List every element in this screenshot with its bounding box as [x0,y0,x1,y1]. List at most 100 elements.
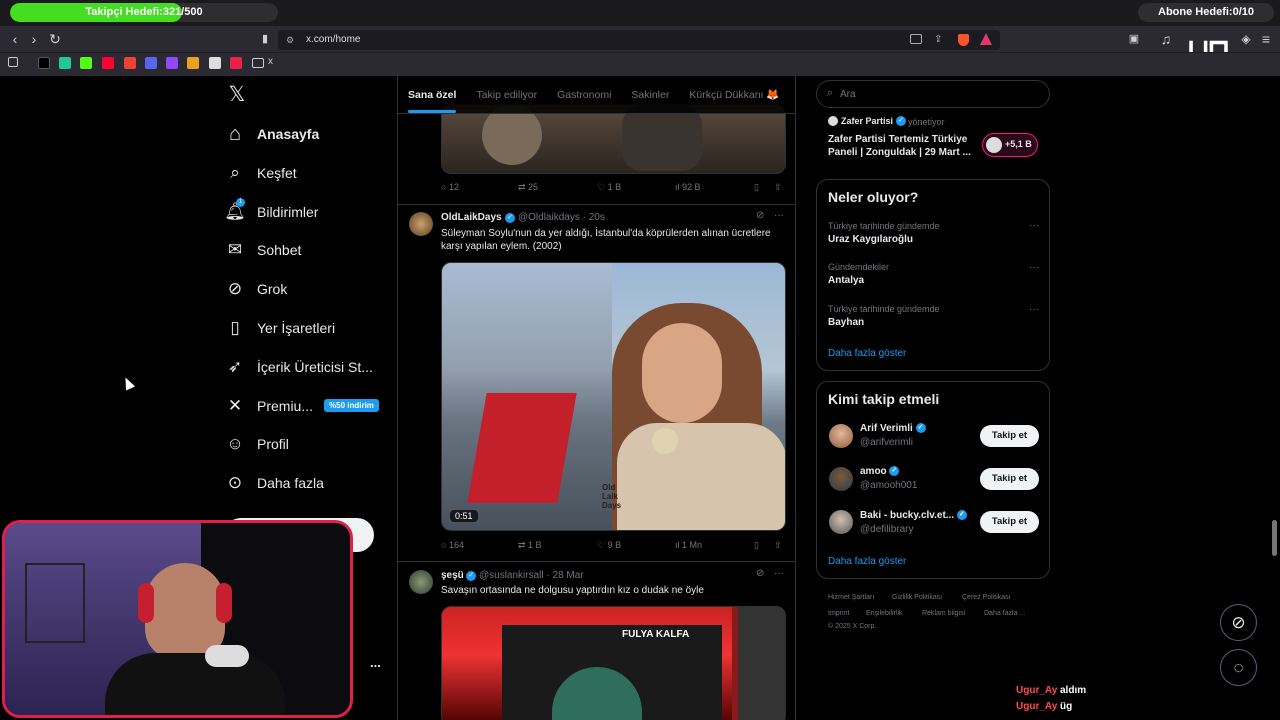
shield-icon[interactable]: ◈ [1236,26,1256,52]
repost-button[interactable]: ⇄ 1 B [518,540,542,551]
views-button[interactable]: ıl 92 B [675,182,701,192]
trend-name[interactable]: Bayhan [828,317,864,328]
share-icon[interactable]: ⇧ [774,540,782,551]
post-media-image[interactable] [441,104,786,174]
footer-link[interactable]: Reklam bilgisi [922,610,965,617]
bookmark-page-icon[interactable]: ▮ [255,26,275,52]
post-video[interactable]: FULYA KALFA [441,606,786,720]
footer-link[interactable]: Erişilebilirlik [866,610,903,617]
post-more-icon[interactable]: ··· [774,210,784,221]
tab-following[interactable]: Takip ediliyor [476,89,537,101]
post-author-handle[interactable]: @suslankirsall · 28 Mar [479,570,584,581]
sidebar-item-creator-studio[interactable]: ➶ İçerik Üreticisi St... [224,348,373,386]
avatar[interactable] [829,467,853,491]
views-button[interactable]: ıl 1 Mn [675,540,702,550]
sidebar-item-bookmarks[interactable]: ▯ Yer İşaretleri [224,309,335,347]
bookmark-icon[interactable]: ▯ [754,182,759,193]
tab-kurkcu-dukkani[interactable]: Kürkçü Dükkanı 🦊 [689,88,779,101]
show-more-link[interactable]: Daha fazla göster [828,556,906,567]
bookmark-8-icon[interactable] [187,57,199,69]
trend-more-icon[interactable]: ··· [1029,304,1039,315]
twitch-icon[interactable] [166,57,178,69]
footer-link[interactable]: Gizlilik Politikası [892,594,942,601]
tab-sakinler[interactable]: Sakinler [631,89,669,101]
like-button[interactable]: ♡ 9 B [597,540,621,551]
follow-button[interactable]: Takip et [980,425,1039,447]
bookmark-2-icon[interactable] [59,57,71,69]
avatar[interactable] [409,212,433,236]
show-more-link[interactable]: Daha fazla göster [828,348,906,359]
space-title[interactable]: Zafer Partisi Tertemiz Türkiye Paneli | … [828,133,978,159]
account-more-icon[interactable]: ... [370,655,381,670]
back-icon[interactable]: ‹ [5,26,25,52]
music-icon[interactable]: ♫ [1156,26,1176,52]
share-icon[interactable]: ⇪ [934,30,942,50]
bookmark-10-icon[interactable] [230,57,242,69]
tab-gastronomi[interactable]: Gastronomi [557,89,611,101]
grok-icon[interactable]: ⊘ [1220,604,1257,641]
bookmark-folder-label[interactable]: x [268,56,273,67]
forward-icon[interactable]: › [24,26,44,52]
share-icon[interactable]: ⇧ [774,182,782,193]
grok-icon[interactable]: ⊘ [756,568,764,579]
bookmark-9-icon[interactable] [209,57,221,69]
trend-more-icon[interactable]: ··· [1029,220,1039,231]
post-author-handle[interactable]: @Oldlaikdays · 20s [518,212,605,223]
reply-button[interactable]: ○ 12 [441,182,459,192]
grok-icon[interactable]: ⊘ [756,210,764,221]
trend-name[interactable]: Uraz Kaygılaroğlu [828,234,913,245]
sidebar-item-premium[interactable]: ✕ Premiu... %50 indirim [224,387,379,425]
apps-icon[interactable] [8,57,18,67]
reply-button[interactable]: ○ 164 [441,540,464,550]
kick-icon[interactable] [80,57,92,69]
post-video[interactable]: Old Laik Days 0:51 [441,262,786,531]
search-box[interactable]: ⌕ Ara [816,80,1050,108]
footer-link[interactable]: Daha fazla ... [984,610,1025,617]
follow-button[interactable]: Takip et [980,511,1039,533]
post-author-name[interactable]: OldLaikDays [441,212,502,223]
footer-link[interactable]: Çerez Politikası [962,594,1011,601]
sidebar-item-explore[interactable]: ⌕ Keşfet [224,154,296,192]
gmail-icon[interactable] [124,57,136,69]
x-logo-icon[interactable]: 𝕏 [226,84,248,106]
repost-button[interactable]: ⇄ 25 [518,182,538,193]
suggested-user-name[interactable]: amoo ✓ [860,466,900,477]
suggested-user-name[interactable]: Baki - bucky.clv.et... ✓ [860,510,967,521]
address-bar[interactable]: ⚙ x.com/home ⇪ [278,30,1000,50]
trend-name[interactable]: Antalya [828,275,864,286]
avatar[interactable] [829,510,853,534]
site-info-icon[interactable]: ⚙ [286,30,294,50]
sidebar-item-home[interactable]: ⌂ Anasayfa [224,115,319,153]
like-button[interactable]: ♡ 1 B [597,182,621,193]
space-listen-button[interactable]: +5,1 B [982,133,1038,157]
brave-shield-icon[interactable] [958,34,969,46]
sidebar-item-notifications[interactable]: 🔔︎ Bildirimler 1 [224,193,318,231]
follow-button[interactable]: Takip et [980,468,1039,490]
tab-for-you[interactable]: Sana özel [408,89,457,113]
trend-more-icon[interactable]: ··· [1029,262,1039,273]
space-host-name[interactable]: Zafer Partisi [841,116,893,126]
post-author-name[interactable]: şeşü [441,570,464,581]
menu-icon[interactable]: ≡ [1256,26,1276,52]
sidebar-item-profile[interactable]: ☺ Profil [224,425,289,463]
messages-icon[interactable]: ◌ [1220,649,1257,686]
bookmark-icon[interactable]: ▯ [754,540,759,551]
x-bookmark-icon[interactable] [38,57,50,69]
footer-link[interactable]: Hizmet Şartları [828,594,874,601]
folder-icon[interactable] [252,58,264,68]
sidebar-item-more[interactable]: ⊙ Daha fazla [224,464,324,502]
post-more-icon[interactable]: ··· [774,568,784,579]
avatar[interactable] [409,570,433,594]
reload-icon[interactable]: ↻ [45,26,65,52]
avatar[interactable] [829,424,853,448]
discord-icon[interactable] [145,57,157,69]
footer-link[interactable]: Imprint [828,610,849,617]
sidebar-icon[interactable]: ▣ [1124,26,1144,52]
sidebar-item-grok[interactable]: ⊘ Grok [224,270,287,308]
youtube-icon[interactable] [102,57,114,69]
brave-rewards-icon[interactable] [980,33,992,45]
suggested-user-name[interactable]: Arif Verimli ✓ [860,423,926,434]
sidebar-item-chat[interactable]: ✉ Sohbet [224,231,302,269]
cast-icon[interactable] [910,34,922,44]
scrollbar-thumb[interactable] [1272,520,1277,556]
